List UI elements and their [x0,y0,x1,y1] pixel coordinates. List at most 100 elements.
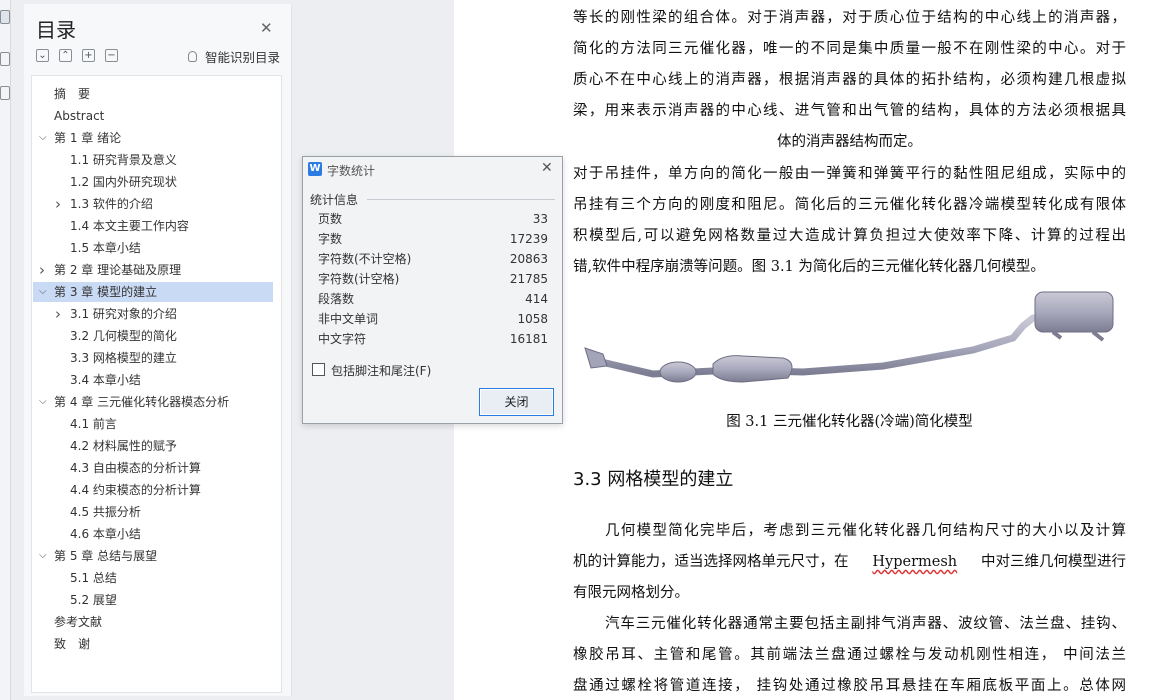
rear-muffler [1034,291,1114,333]
toc-item[interactable]: 1.1 研究背景及意义 [33,150,273,170]
chevron-right-icon[interactable]: › [55,304,65,324]
toc-item-label: 4.1 前言 [70,417,117,431]
text-line: 简化的方法同三元催化器，唯一的不同是集中质量一般不在刚性梁的中心。对于 [573,41,1126,57]
exhaust-pipe [589,314,1037,378]
close-icon[interactable]: ✕ [541,160,553,176]
remove-icon[interactable]: − [105,49,118,62]
stat-label: 中文字符 [318,332,367,346]
bookmark-icon[interactable] [0,52,10,66]
text-line: 对于吊挂件，单方向的简化一般由一弹簧和弹簧平行的黏性阻尼组成，实际中的 [573,166,1126,182]
text-line: 橡胶吊耳、主管和尾管。其前端法兰盘通过螺栓与发动机刚性相连， 中间法兰 [573,647,1126,663]
toc-item-label: 3.1 研究对象的介绍 [70,307,177,321]
toc-item[interactable]: 3.2 几何模型的简化 [33,326,273,346]
toc-item[interactable]: 1.4 本文主要工作内容 [33,216,273,236]
stat-value: 16181 [509,332,548,346]
stat-value: 1058 [517,312,548,326]
stat-row: 页数 33 [318,209,548,229]
catalyst-2 [712,355,793,383]
toc-item[interactable]: 3.4 本章小结 [33,370,273,390]
toc-item-label: 参考文献 [54,615,103,629]
toc-item[interactable]: 致 谢 [33,634,273,654]
toc-item[interactable]: 1.2 国内外研究现状 [33,172,273,192]
chevron-down-icon[interactable]: ⌵ [39,546,49,566]
toc-item[interactable]: ⌵ 第 3 章 模型的建立 [33,282,273,302]
stat-row: 字符数(不计空格) 20863 [318,249,548,269]
section-heading: 3.3 网格模型的建立 [573,469,734,490]
text-line: 机的计算能力，适当选择网格单元尺寸，在 Hypermesh 中对三维几何模型进行 [573,547,1126,578]
text-line: 盘通过螺栓将管道连接， 挂钩处通过橡胶吊耳悬挂在车厢底板平面上。总体网 [573,678,1126,694]
toc-item-label: 第 3 章 模型的建立 [54,285,158,299]
toc-item[interactable]: 5.1 总结 [33,568,273,588]
expand-all-icon[interactable]: ⌃ [59,49,72,62]
toc-item[interactable]: 4.2 材料属性的赋予 [33,436,273,456]
text-line: 积模型后,可以避免网格数量过大造成计算负担过大使效率下降、计算的过程出 [573,228,1126,244]
include-footnotes-label[interactable]: 包括脚注和尾注(F) [331,362,431,379]
close-button[interactable]: 关闭 [479,388,554,416]
chevron-right-icon[interactable]: › [55,194,65,214]
stat-label: 字符数(不计空格) [318,252,412,266]
toc-item[interactable]: 参考文献 [33,612,273,632]
close-icon[interactable]: ✕ [260,19,273,37]
add-icon[interactable]: + [82,49,95,62]
toc-item[interactable]: 摘 要 [33,84,273,104]
toc-item[interactable]: ⌵ 第 5 章 总结与展望 [33,546,273,566]
toc-item-label: 1.5 本章小结 [70,241,141,255]
stat-value: 20863 [509,252,548,266]
toc-item[interactable]: › 第 2 章 理论基础及原理 [33,260,273,280]
tail-pipe [1051,330,1105,342]
toc-item-label: 4.2 材料属性的赋予 [70,439,177,453]
chevron-down-icon[interactable]: ⌵ [39,282,49,302]
toc-item[interactable]: 4.6 本章小结 [33,524,273,544]
chevron-right-icon[interactable]: › [39,260,49,280]
section-label: 统计信息 [310,193,359,207]
stat-row: 段落数 414 [318,289,548,309]
front-flange [584,347,608,369]
toc-item-label: 致 谢 [54,637,91,651]
chevron-down-icon[interactable]: ⌵ [39,392,49,412]
toc-item[interactable]: Abstract [33,106,273,126]
figure-caption: 图 3.1 三元催化转化器(冷端)简化模型 [726,414,973,430]
smart-toc-label: 智能识别目录 [205,50,281,65]
toc-item-label: 第 4 章 三元催化转化器模态分析 [54,395,230,409]
toc-item-label: 第 1 章 绪论 [54,131,122,145]
toc-title: 目录 [36,18,76,42]
text-line: 错,软件中程序崩溃等问题。图 3.1 为简化后的三元催化转化器几何模型。 [573,259,1045,275]
stat-value: 17239 [509,232,548,246]
toc-item[interactable]: › 1.3 软件的介绍 [33,194,273,214]
toc-item-label: Abstract [54,109,105,123]
stat-value: 21785 [509,272,548,286]
toc-item-label: 第 2 章 理论基础及原理 [54,263,182,277]
toc-item[interactable]: 4.1 前言 [33,414,273,434]
text-segment: 机的计算能力，适当选择网格单元尺寸，在 [573,554,849,570]
toc-item[interactable]: › 3.1 研究对象的介绍 [33,304,273,324]
stat-label: 字符数(计空格) [318,272,400,286]
converter-model-figure [584,291,1114,383]
text-line: 质心不在中心线上的消声器，根据消声器的具体的拓扑结构，必须构建几根虚拟 [573,72,1126,88]
stat-row: 字数 17239 [318,229,548,249]
toc-item[interactable]: 4.5 共振分析 [33,502,273,522]
stat-label: 页数 [318,212,343,226]
page-icon[interactable] [0,86,10,100]
stat-value: 33 [532,212,548,226]
toc-item[interactable]: 3.3 网格模型的建立 [33,348,273,368]
stat-row: 非中文单词 1058 [318,309,548,329]
word-count-dialog: W 字数统计 ✕ 统计信息 页数 33 字数 17239 字符数(不计空格) 20863 字… [302,156,563,424]
smart-toc-button[interactable]: 智能识别目录 [188,47,280,66]
toc-list: 摘 要 Abstract ⌵ 第 1 章 绪论 1.1 研究背景及意义 1.2 国内外研究… [31,75,282,693]
toc-item[interactable]: 4.3 自由模态的分析计算 [33,458,273,478]
stat-value: 414 [525,292,548,306]
toc-item-label: 4.4 约束模态的分析计算 [70,483,201,497]
toc-item[interactable]: ⌵ 第 1 章 绪论 [33,128,273,148]
text-line: 汽车三元催化转化器通常主要包括主副排气消声器、波纹管、法兰盘、挂钩、 [605,616,1126,632]
collapse-all-icon[interactable]: ⌄ [36,49,49,62]
chevron-down-icon[interactable]: ⌵ [39,128,49,148]
toc-item[interactable]: 4.4 约束模态的分析计算 [33,480,273,500]
include-footnotes-checkbox[interactable] [312,363,325,376]
text-segment: 中对三维几何模型进行 [981,554,1126,570]
spellcheck-word[interactable]: Hypermesh [872,547,957,578]
toc-item[interactable]: 5.2 展望 [33,590,273,610]
toc-item[interactable]: ⌵ 第 4 章 三元催化转化器模态分析 [33,392,273,412]
toc-toggle-icon[interactable] [0,10,10,24]
toc-item[interactable]: 1.5 本章小结 [33,238,273,258]
wps-writer-icon: W [308,162,322,176]
